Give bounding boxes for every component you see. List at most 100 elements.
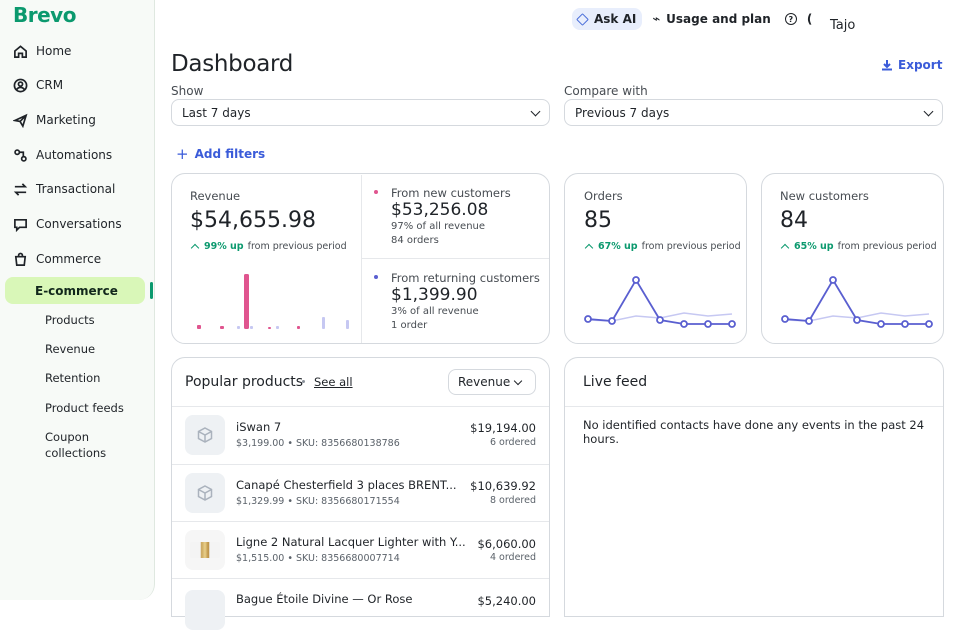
user-circle-icon [12, 77, 28, 93]
trend-up: 99% up [190, 241, 244, 253]
lighter-image [190, 542, 220, 558]
brevo-logo[interactable]: Brevo [13, 3, 76, 27]
ask-ai-button[interactable]: Ask AI [572, 8, 643, 30]
sidebar-item-marketing[interactable]: Marketing [12, 105, 96, 135]
product-thumbnail[interactable] [185, 415, 225, 455]
ask-ai-label: Ask AI [594, 12, 637, 26]
revenue-bar-prev [322, 317, 325, 329]
sidebar-item-label: CRM [36, 78, 64, 92]
sidebar-subitem-retention[interactable]: Retention [45, 370, 100, 386]
help-icon[interactable]: ? [784, 13, 797, 25]
sidebar-item-label: Automations [36, 148, 113, 162]
product-thumbnail[interactable] [185, 590, 225, 630]
show-select[interactable]: Last 7 days [171, 99, 550, 126]
pulse-icon: ⌁ [652, 11, 661, 27]
orders-point [656, 316, 664, 324]
chevron-down-icon [513, 376, 523, 386]
live-feed-title: Live feed [583, 374, 648, 390]
product-amount: $19,194.00 [470, 421, 536, 435]
product-ordered: 4 ordered [489, 552, 536, 563]
sidebar-item-transactional[interactable]: Transactional [12, 174, 115, 204]
sidebar-subitem-product-feeds[interactable]: Product feeds [45, 400, 124, 416]
new-customers-pct: 97% of all revenue [391, 221, 486, 232]
sidebar-subitem-revenue[interactable]: Revenue [45, 341, 95, 357]
revenue-bar [244, 274, 249, 329]
usage-and-plan-button[interactable]: ⌁ Usage and plan [652, 12, 770, 27]
revenue-bar-prev [237, 326, 240, 329]
new-customers-orders: 84 orders [391, 235, 439, 246]
sidebar-item-ecommerce[interactable]: E-commerce [5, 277, 145, 304]
new-customers-card-label: New customers [780, 189, 869, 203]
sidebar-item-automations[interactable]: Automations [12, 140, 112, 170]
sidebar-item-commerce[interactable]: Commerce [12, 244, 101, 274]
customers-point [829, 276, 837, 284]
customers-period: from previous period [837, 241, 937, 252]
customers-point [925, 320, 933, 328]
orders-point [680, 320, 688, 328]
page-title: Dashboard [171, 51, 294, 77]
product-meta: $3,199.00 • SKU: 8356680138786 [236, 438, 400, 449]
live-feed-card [564, 357, 944, 617]
sidebar-subitem-coupon-collections[interactable]: Coupon collections [45, 429, 125, 461]
home-icon [12, 43, 28, 59]
customers-point [805, 317, 813, 325]
revenue-label: Revenue [190, 189, 241, 203]
revenue-value: $54,655.98 [190, 208, 316, 233]
new-customers-value: $53,256.08 [391, 200, 489, 220]
settings-icon[interactable]: ( [807, 12, 812, 26]
separator-dot [302, 380, 305, 383]
sidebar-item-home[interactable]: Home [12, 36, 71, 66]
customers-line-chart [781, 276, 933, 328]
sidebar-item-label: Marketing [36, 113, 96, 127]
product-name[interactable]: Bague Étoile Divine — Or Rose [236, 592, 412, 606]
compare-select[interactable]: Previous 7 days [564, 99, 943, 126]
active-indicator [150, 282, 153, 299]
product-amount: $6,060.00 [477, 537, 536, 551]
product-meta: $1,329.99 • SKU: 8356680171554 [236, 496, 400, 507]
sparkle-icon [576, 12, 589, 26]
compare-label: Compare with [564, 84, 648, 98]
see-all-link[interactable]: See all [314, 375, 353, 389]
customers-trend: 65% up from previous period [780, 241, 937, 253]
usage-label: Usage and plan [666, 12, 771, 26]
sort-select-value: Revenue [458, 375, 511, 389]
returning-customers-dot [374, 275, 378, 279]
add-filters-label: Add filters [194, 147, 266, 161]
export-button[interactable]: Export [881, 58, 942, 72]
live-feed-empty-text: No identified contacts have done any eve… [583, 418, 925, 446]
plus-icon: + [176, 145, 189, 163]
product-ordered: 6 ordered [489, 437, 536, 448]
new-customers-card-value: 84 [780, 208, 808, 233]
product-name[interactable]: Ligne 2 Natural Lacquer Lighter with Y..… [236, 535, 466, 549]
product-amount: $10,639.92 [470, 479, 536, 493]
customers-point [901, 320, 909, 328]
chevron-down-icon [530, 106, 541, 117]
popular-products-title: Popular products [185, 374, 304, 390]
arrow-up-icon [780, 243, 790, 253]
orders-period: from previous period [641, 241, 741, 252]
revenue-bar [297, 326, 300, 329]
revenue-bar-chart [197, 274, 349, 329]
product-thumbnail[interactable] [185, 530, 225, 570]
product-meta: $1,515.00 • SKU: 8356680007714 [236, 553, 400, 564]
product-name[interactable]: Canapé Chesterfield 3 places BRENT... [236, 478, 457, 492]
orders-point [728, 320, 736, 328]
orders-line-chart [584, 276, 736, 328]
trend-up: 67% up [584, 241, 638, 253]
customers-point [853, 316, 861, 324]
revenue-bar [268, 327, 271, 329]
user-name[interactable]: Tajo [830, 18, 855, 33]
sidebar: Brevo Home CRM Marketing Automations Tra… [0, 0, 155, 600]
sidebar-item-crm[interactable]: CRM [12, 70, 63, 100]
sidebar-item-conversations[interactable]: Conversations [12, 209, 122, 239]
orders-label: Orders [584, 189, 623, 203]
product-name[interactable]: iSwan 7 [236, 420, 281, 434]
product-ordered: 8 ordered [489, 495, 536, 506]
sort-select[interactable]: Revenue [448, 369, 536, 395]
chat-icon [12, 216, 28, 232]
customers-point [781, 315, 789, 323]
product-thumbnail[interactable] [185, 473, 225, 513]
orders-point [608, 317, 616, 325]
add-filters-button[interactable]: + Add filters [176, 145, 265, 163]
sidebar-subitem-products[interactable]: Products [45, 312, 95, 328]
